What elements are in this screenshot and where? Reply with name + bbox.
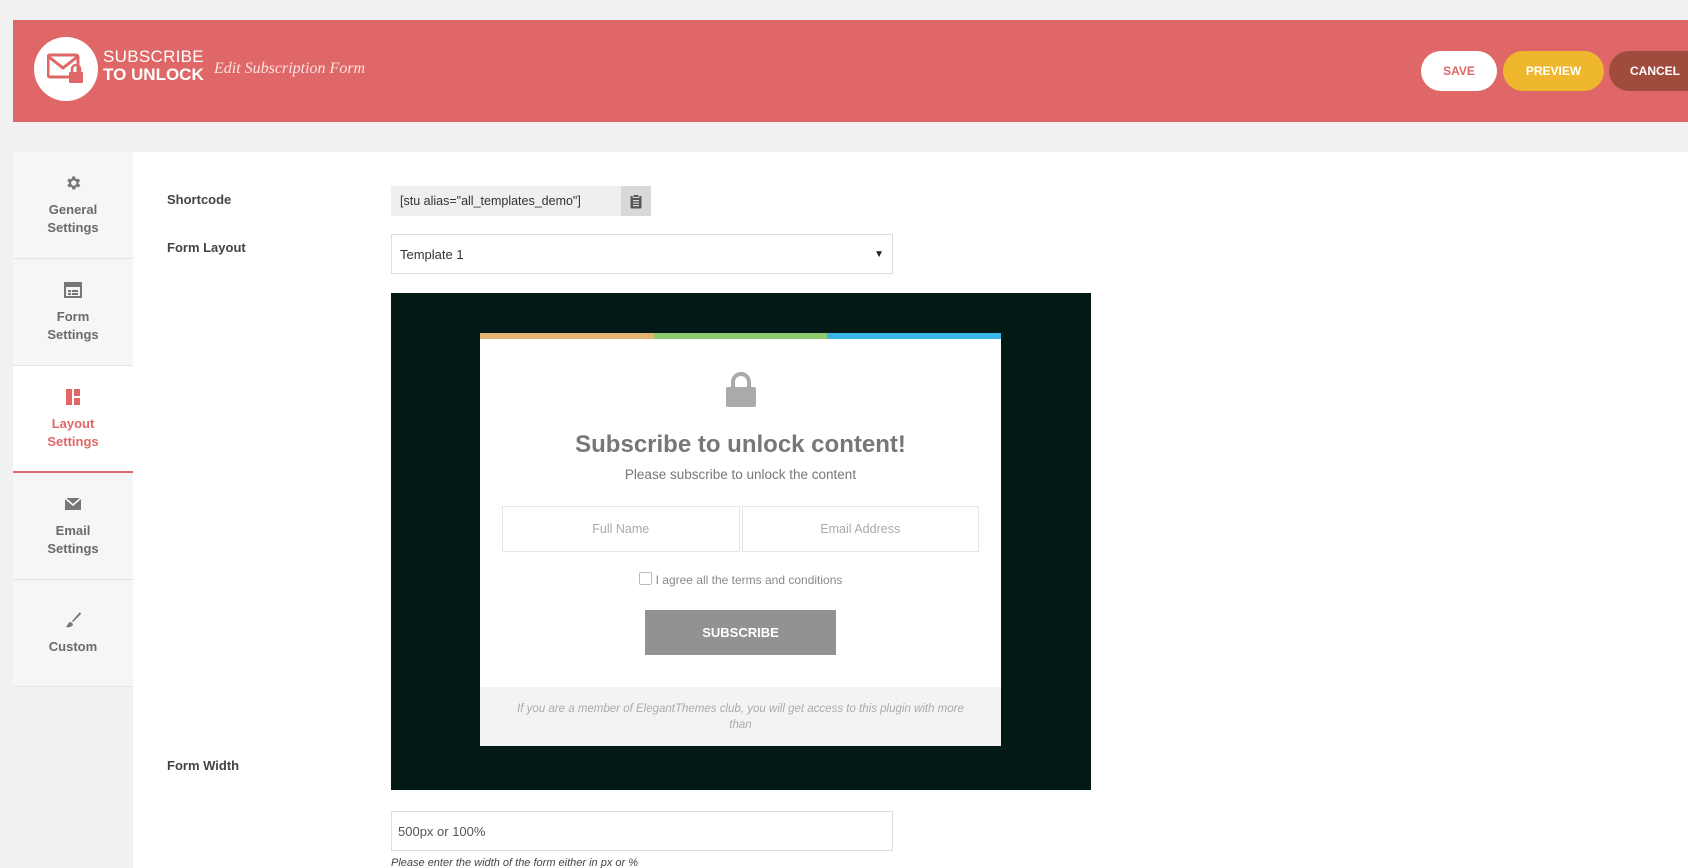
- form-layout-value: Template 1: [400, 246, 464, 262]
- form-width-input[interactable]: 500px or 100%: [391, 811, 893, 851]
- terms-label: I agree all the terms and conditions: [655, 573, 843, 587]
- form-width-help: Please enter the width of the form eithe…: [391, 857, 639, 868]
- preview-card: Subscribe to unlock content! Please subs…: [480, 333, 1002, 746]
- preview-title: Subscribe to unlock content!: [575, 431, 906, 458]
- shortcode-label: Shortcode: [167, 192, 232, 207]
- dropdown-arrow-icon: ▼: [874, 248, 884, 260]
- preview-footer: If you are a member of ElegantThemes clu…: [480, 687, 1001, 746]
- sidebar-item-email-settings[interactable]: Email Settings: [13, 473, 133, 580]
- app-header: SUBSCRIBE TO UNLOCK Edit Subscription Fo…: [13, 20, 1688, 122]
- brush-icon: [64, 610, 82, 630]
- preview-inputs: Full Name Email Address: [502, 506, 979, 552]
- lock-icon: [726, 372, 756, 407]
- brand-line2: TO UNLOCK: [103, 65, 204, 84]
- sidebar-item-label: Custom: [48, 639, 98, 654]
- sidebar-item-label: Settings: [47, 327, 99, 342]
- email-field[interactable]: Email Address: [741, 506, 979, 552]
- sidebar-item-form-settings[interactable]: Form Settings: [13, 259, 133, 366]
- terms-row: I agree all the terms and conditions: [480, 571, 1001, 587]
- sidebar-item-label: Email: [55, 523, 91, 538]
- preview-subtitle: Please subscribe to unlock the content: [624, 467, 857, 482]
- form-layout-select[interactable]: Template 1 ▼: [391, 234, 893, 274]
- form-layout-label: Form Layout: [167, 240, 246, 255]
- sidebar-item-label: General: [48, 202, 98, 217]
- sidebar-item-label: Settings: [47, 541, 99, 556]
- template-preview: Subscribe to unlock content! Please subs…: [391, 293, 1091, 790]
- cancel-button[interactable]: CANCEL: [1609, 51, 1688, 91]
- form-width-label: Form Width: [167, 758, 240, 773]
- sidebar-item-layout-settings[interactable]: Layout Settings: [13, 366, 133, 473]
- save-button[interactable]: SAVE: [1421, 51, 1497, 91]
- sidebar-item-custom[interactable]: Custom: [13, 580, 133, 687]
- full-name-field[interactable]: Full Name: [502, 506, 740, 552]
- gear-icon: [64, 173, 82, 193]
- settings-panel: Shortcode [stu alias="all_templates_demo…: [133, 152, 1688, 868]
- layout-icon: [65, 387, 81, 407]
- settings-sidebar: General Settings Form Settings Layout Se…: [13, 152, 133, 687]
- color-stripes: [480, 333, 1002, 339]
- terms-checkbox[interactable]: [638, 571, 652, 585]
- brand-name: SUBSCRIBE TO UNLOCK: [103, 48, 204, 84]
- form-icon: [64, 280, 82, 300]
- stripe-3: [827, 333, 1002, 339]
- sidebar-item-label: Form: [56, 309, 90, 324]
- page-title: Edit Subscription Form: [214, 60, 366, 77]
- sidebar-item-label: Settings: [47, 220, 99, 235]
- sidebar-item-general-settings[interactable]: General Settings: [13, 152, 133, 259]
- stripe-1: [480, 333, 654, 339]
- brand-line1: SUBSCRIBE: [103, 47, 204, 66]
- sidebar-item-label: Layout: [51, 415, 95, 431]
- envelope-lock-icon: [47, 53, 83, 83]
- shortcode-value: [stu alias="all_templates_demo"]: [400, 194, 581, 208]
- clipboard-icon[interactable]: [621, 186, 651, 216]
- stripe-2: [653, 333, 828, 339]
- preview-button[interactable]: PREVIEW: [1503, 51, 1604, 91]
- subscribe-button[interactable]: SUBSCRIBE: [645, 610, 836, 655]
- sidebar-item-label: Settings: [47, 433, 99, 449]
- shortcode-field[interactable]: [stu alias="all_templates_demo"]: [391, 186, 651, 216]
- envelope-icon: [64, 494, 82, 514]
- logo: [34, 37, 98, 101]
